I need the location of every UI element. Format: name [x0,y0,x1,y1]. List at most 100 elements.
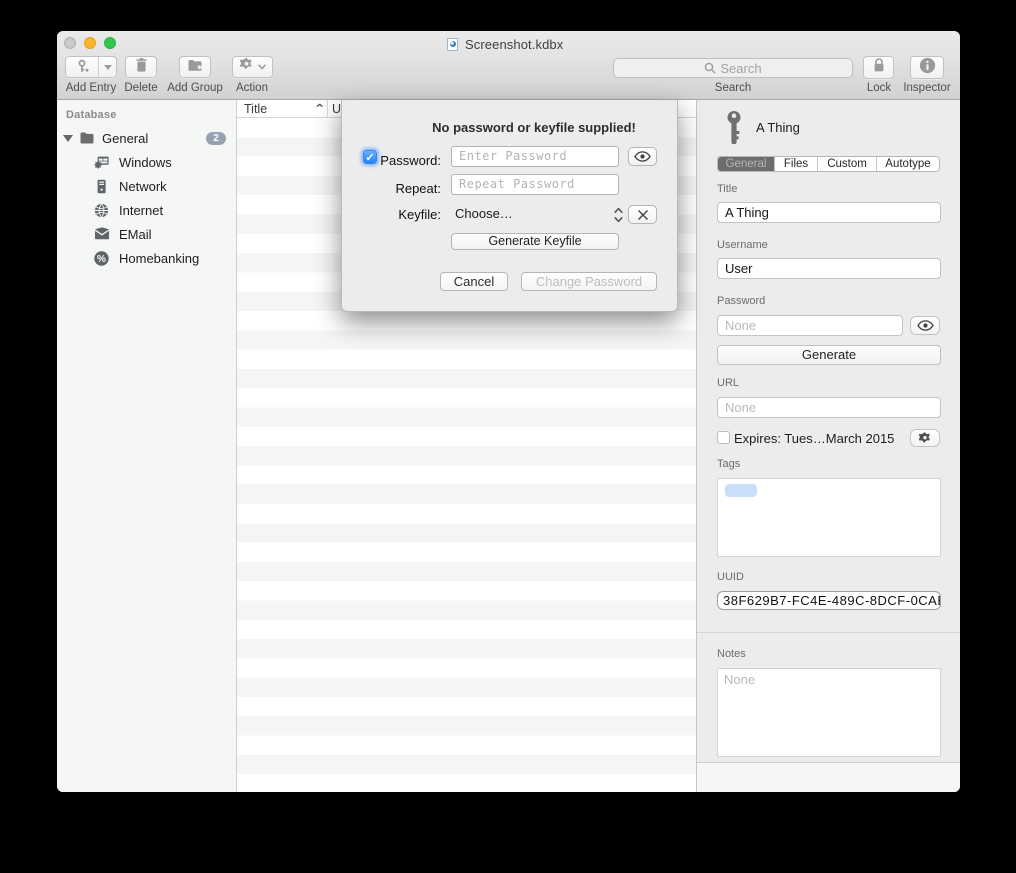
stepper-icon[interactable] [611,205,625,225]
expires-checkbox[interactable] [717,431,730,444]
document-icon [447,38,458,51]
inspector-panel: A Thing General Files Custom Autotype Ti… [696,100,960,792]
trash-icon [134,57,149,78]
clear-keyfile-button[interactable] [628,205,657,224]
url-label: URL [717,377,739,389]
folder-icon [79,131,95,150]
tags-box[interactable] [717,478,941,557]
generate-button[interactable]: Generate [717,345,941,365]
folder-plus-icon [187,58,203,77]
cancel-button[interactable]: Cancel [440,272,508,291]
repeat-label: Repeat: [353,181,441,196]
sidebar-section-header: Database [66,109,117,121]
tag-chip[interactable] [725,484,757,497]
inspector-label: Inspector [897,82,957,94]
expire-presets-button[interactable] [910,429,940,447]
sidebar-item-email[interactable]: EMail [57,223,236,247]
search-icon [704,62,716,74]
minimize-button[interactable] [84,37,96,49]
lock-button[interactable] [863,56,894,79]
eye-icon [634,151,651,162]
app-window: Screenshot.kdbx Add Entry [57,31,960,792]
title-label: Title [717,183,737,195]
tab-files[interactable]: Files [775,157,818,171]
change-password-button[interactable]: Change Password [521,272,657,291]
notes-label: Notes [717,648,746,660]
sidebar-group-general[interactable]: General 2 [57,127,236,151]
sidebar-item-internet[interactable]: Internet [57,199,236,223]
password-field[interactable]: None [717,315,903,336]
key-icon [724,110,744,149]
close-x-icon [637,209,649,221]
action-button[interactable] [232,56,273,78]
uuid-field[interactable]: 38F629B7-FC4E-489C-8DCF-0CAE [717,591,941,610]
column-header-title[interactable]: Title [244,102,267,116]
title-field[interactable]: A Thing [717,202,941,223]
delete-button[interactable] [125,56,157,78]
sidebar-item-homebanking[interactable]: % Homebanking [57,247,236,271]
chevron-down-icon[interactable] [99,65,116,70]
username-label: Username [717,239,768,251]
lock-icon [872,57,886,78]
sidebar-item-label: Windows [119,155,172,170]
sidebar-item-label: Network [119,179,167,194]
envelope-icon [94,227,110,245]
inspector-button[interactable] [910,56,944,79]
server-icon [94,179,109,199]
keyfile-label: Keyfile: [353,207,441,222]
sidebar-group-badge: 2 [206,132,226,145]
windows-icon [94,155,110,175]
search-label: Search [703,82,763,94]
zoom-button[interactable] [104,37,116,49]
eye-icon [917,320,934,331]
tab-general[interactable]: General [718,157,775,171]
delete-label: Delete [113,82,169,94]
sidebar-item-label: Homebanking [119,251,199,266]
password-label: Password: [353,153,441,168]
sidebar-item-windows[interactable]: Windows [57,151,236,175]
column-header-username[interactable]: U [332,102,341,116]
window-title-group: Screenshot.kdbx [447,37,563,51]
key-plus-icon [66,59,98,75]
add-entry-label: Add Entry [65,82,117,94]
notes-placeholder: None [724,672,755,687]
globe-icon [94,203,109,223]
repeat-input[interactable]: Repeat Password [451,174,619,195]
column-divider[interactable] [327,100,328,118]
sidebar-item-label: EMail [119,227,152,242]
change-password-sheet: No password or keyfile supplied! ✓ Passw… [341,100,678,312]
add-group-button[interactable] [179,56,211,78]
chevron-down-icon [258,64,266,70]
gear-icon [918,431,932,445]
desktop-background: Screenshot.kdbx Add Entry [0,0,1016,873]
password-input[interactable]: Enter Password [451,146,619,167]
password-label: Password [717,295,765,307]
url-field[interactable]: None [717,397,941,418]
reveal-password-button[interactable] [910,316,940,335]
add-entry-button[interactable] [65,56,117,78]
action-label: Action [222,82,282,94]
tab-autotype[interactable]: Autotype [877,157,939,171]
inspector-footer [697,762,960,792]
sidebar: Database General 2 [57,100,237,792]
window-title: Screenshot.kdbx [465,37,563,52]
search-input[interactable]: Search [613,58,853,78]
show-password-button[interactable] [628,147,657,166]
username-field[interactable]: User [717,258,941,279]
percent-icon: % [94,251,109,271]
gear-icon [239,57,254,77]
svg-text:%: % [97,254,106,265]
keyfile-popup[interactable]: Choose… [455,206,513,221]
close-button[interactable] [64,37,76,49]
expires-label: Expires: Tues…March 2015 [734,431,894,446]
sheet-message: No password or keyfile supplied! [342,120,677,135]
sidebar-item-network[interactable]: Network [57,175,236,199]
generate-keyfile-button[interactable]: Generate Keyfile [451,233,619,250]
tags-label: Tags [717,458,740,470]
sidebar-item-label: Internet [119,203,163,218]
inspector-tabs: General Files Custom Autotype [717,156,940,172]
disclosure-triangle-icon[interactable] [63,135,73,142]
notes-box[interactable]: None [717,668,941,757]
sort-ascending-icon: ⌃ [314,102,326,115]
tab-custom[interactable]: Custom [818,157,877,171]
